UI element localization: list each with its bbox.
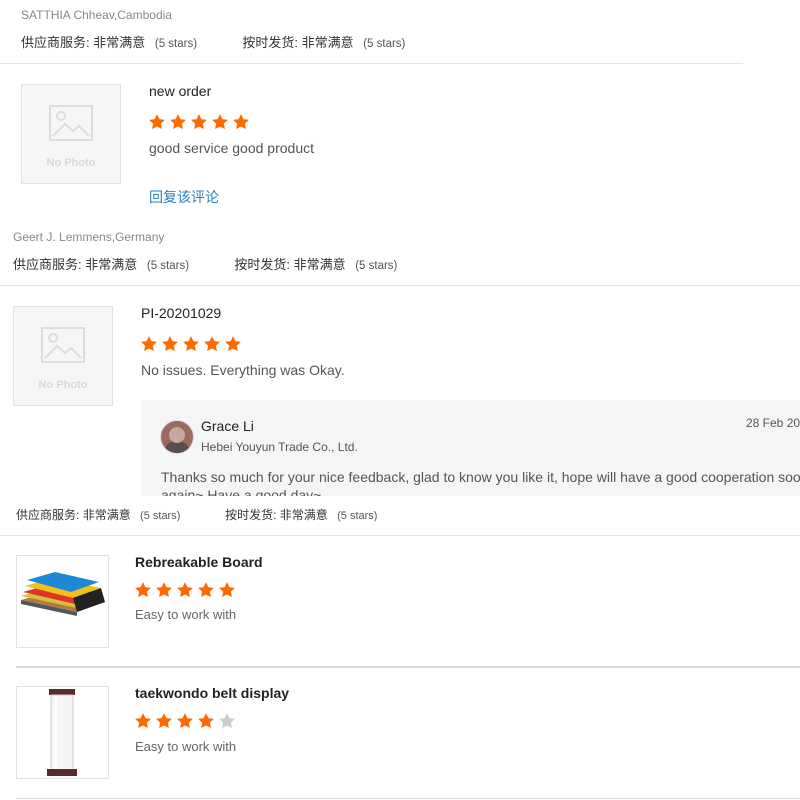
supplier-service-label: 供应商服务:: [16, 508, 80, 522]
review-card: 供应商服务: 非常满意 (5 stars) 按时发货: 非常满意 (5 star…: [0, 496, 800, 800]
divider: [16, 666, 800, 668]
star-rating: [134, 581, 236, 599]
supplier-service-value: 非常满意: [85, 257, 138, 272]
supplier-service-value: 非常满意: [82, 508, 131, 522]
belt-display-tube-icon: [47, 689, 77, 776]
reviewer-name: SATTHIA Chheav,Cambodia: [21, 8, 172, 22]
star-filled-icon: [156, 582, 172, 598]
star-filled-icon: [135, 713, 151, 729]
supplier-service-label: 供应商服务:: [21, 35, 90, 50]
star-filled-icon: [162, 336, 178, 352]
seller-reply: Grace Li Hebei Youyun Trade Co., Ltd. 28…: [141, 400, 800, 496]
star-empty-icon: [219, 713, 235, 729]
review-comment: No issues. Everything was Okay.: [141, 362, 345, 378]
ontime-label: 按时发货:: [225, 508, 277, 522]
no-photo-text: No Photo: [38, 379, 88, 391]
product-title: PI-20201029: [141, 305, 222, 321]
reviewer-name: Geert J. Lemmens,Germany: [13, 230, 165, 244]
ontime-value: 非常满意: [293, 257, 346, 272]
product-title: Rebreakable Board: [135, 554, 263, 570]
reply-author-name: Grace Li: [201, 418, 254, 434]
star-filled-icon: [170, 114, 186, 130]
star-filled-icon: [212, 114, 228, 130]
supplier-service-value: 非常满意: [93, 35, 146, 50]
avatar: [160, 420, 194, 454]
star-filled-icon: [141, 336, 157, 352]
reply-text-line-2: again~ Have a good day~: [161, 487, 322, 496]
review-comment: Easy to work with: [135, 607, 237, 622]
supplier-service-stars: (5 stars): [140, 510, 181, 522]
supplier-service-stars: (5 stars): [154, 38, 198, 50]
product-image: [16, 555, 109, 648]
divider: [16, 798, 800, 799]
ontime-label: 按时发货:: [242, 35, 298, 50]
supplier-service-label: 供应商服务:: [13, 257, 82, 272]
star-rating: [134, 712, 236, 730]
star-filled-icon: [149, 114, 165, 130]
reply-date: 28 Feb 20: [746, 416, 800, 430]
review-card: Geert J. Lemmens,Germany 供应商服务: 非常满意 (5 …: [0, 222, 800, 496]
no-photo-text: No Photo: [46, 157, 96, 169]
rebreakable-board-icon: [21, 572, 105, 616]
ontime-stars: (5 stars): [337, 510, 378, 522]
star-filled-icon: [225, 336, 241, 352]
ontime-value: 非常满意: [301, 35, 354, 50]
review-card: SATTHIA Chheav,Cambodia 供应商服务: 非常满意 (5 s…: [0, 0, 745, 222]
review-comment: Easy to work with: [135, 739, 237, 754]
divider: [0, 535, 800, 536]
ontime-label: 按时发货:: [234, 257, 290, 272]
star-filled-icon: [177, 713, 193, 729]
ontime-value: 非常满意: [279, 508, 328, 522]
star-filled-icon: [198, 582, 214, 598]
image-placeholder-icon: [49, 105, 93, 141]
supplier-service-stars: (5 stars): [146, 260, 190, 272]
seller-ratings: 供应商服务: 非常满意 (5 stars) 按时发货: 非常满意 (5 star…: [13, 254, 397, 273]
star-filled-icon: [177, 582, 193, 598]
star-filled-icon: [135, 582, 151, 598]
ontime-stars: (5 stars): [363, 38, 406, 50]
star-filled-icon: [183, 336, 199, 352]
reply-text-line-1: Thanks so much for your nice feedback, g…: [161, 469, 800, 485]
divider: [0, 63, 743, 64]
ontime-stars: (5 stars): [355, 260, 398, 272]
reply-company: Hebei Youyun Trade Co., Ltd.: [201, 440, 358, 454]
product-title: new order: [149, 83, 212, 99]
star-rating: [148, 113, 250, 131]
product-image-placeholder: No Photo: [13, 306, 113, 406]
review-comment: good service good product: [149, 140, 314, 156]
star-filled-icon: [198, 713, 214, 729]
divider: [0, 285, 800, 286]
seller-ratings: 供应商服务: 非常满意 (5 stars) 按时发货: 非常满意 (5 star…: [21, 32, 405, 51]
star-filled-icon: [233, 114, 249, 130]
star-filled-icon: [191, 114, 207, 130]
product-image-placeholder: No Photo: [21, 84, 121, 184]
star-filled-icon: [204, 336, 220, 352]
star-filled-icon: [219, 582, 235, 598]
seller-ratings: 供应商服务: 非常满意 (5 stars) 按时发货: 非常满意 (5 star…: [16, 506, 377, 523]
star-filled-icon: [156, 713, 172, 729]
image-placeholder-icon: [41, 327, 85, 363]
star-rating: [140, 335, 242, 353]
product-image: [16, 686, 109, 779]
product-title: taekwondo belt display: [135, 685, 290, 701]
reply-to-review-link[interactable]: 回复该评论: [149, 187, 219, 207]
